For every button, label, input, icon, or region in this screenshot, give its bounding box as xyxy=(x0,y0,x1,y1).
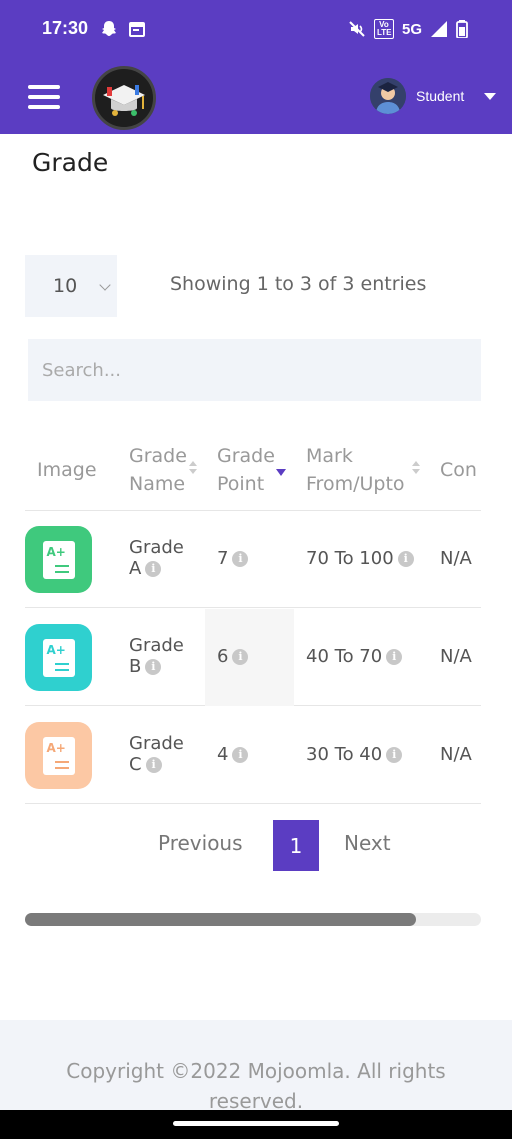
school-logo[interactable] xyxy=(92,66,156,130)
grade-name-cell: Grade Bi xyxy=(129,635,184,677)
table-header: Image Grade Name Grade Point Mark From/U… xyxy=(25,430,481,511)
column-header-label: From/Upto xyxy=(306,473,405,495)
table-info: Showing 1 to 3 of 3 entries xyxy=(170,273,427,295)
grade-image: A+ xyxy=(25,624,92,691)
user-menu[interactable]: Student xyxy=(370,78,496,114)
grade-name-text: Grade xyxy=(129,537,184,558)
column-header-image[interactable]: Image xyxy=(37,456,97,484)
info-icon[interactable]: i xyxy=(386,747,403,763)
status-bar: 17:30 Vo LTE 5G xyxy=(0,0,512,62)
column-header-label: Grade xyxy=(129,445,187,467)
mark-range-cell: 40 To 70 i xyxy=(306,646,403,667)
grade-point-cell: 4i xyxy=(217,744,249,765)
info-icon[interactable]: i xyxy=(232,551,249,567)
info-icon[interactable]: i xyxy=(232,649,249,665)
table-row: A+ Grade Bi 6i 40 To 70 i N/A xyxy=(25,609,481,706)
user-name: Student xyxy=(416,88,465,104)
info-icon[interactable]: i xyxy=(232,747,249,763)
mute-icon xyxy=(349,21,365,37)
grade-name-text: B xyxy=(129,656,142,677)
calendar-icon xyxy=(129,22,145,37)
column-header-label: Mark xyxy=(306,445,353,467)
grade-name-text: Grade xyxy=(129,733,184,754)
previous-page-button[interactable]: Previous xyxy=(158,831,243,855)
table-row: A+ Grade Ai 7i 70 To 100 i N/A xyxy=(25,511,481,608)
scrollbar-thumb[interactable] xyxy=(25,913,416,926)
comment-cell: N/A xyxy=(440,646,472,667)
sort-icon[interactable] xyxy=(189,461,197,477)
page-title: Grade xyxy=(32,148,109,177)
column-header-label: Name xyxy=(129,473,186,495)
comment-cell: N/A xyxy=(440,744,472,765)
column-header-label: Grade xyxy=(217,445,275,467)
grade-point-cell: 7i xyxy=(217,548,249,569)
column-header-comment[interactable]: Con xyxy=(440,456,477,484)
grade-name-cell: Grade Ai xyxy=(129,537,184,579)
column-header-mark-range[interactable]: Mark From/Upto xyxy=(306,442,405,498)
info-icon[interactable]: i xyxy=(397,551,414,567)
grade-image: A+ xyxy=(25,526,92,593)
student-avatar-icon xyxy=(370,78,406,114)
column-header-label: Con xyxy=(440,459,477,481)
hamburger-icon[interactable] xyxy=(28,85,60,109)
next-page-button[interactable]: Next xyxy=(344,831,391,855)
volte-badge: Vo LTE xyxy=(373,19,394,39)
grade-name-text: C xyxy=(129,754,142,775)
grade-document-icon: A+ xyxy=(42,638,75,677)
system-navigation-bar xyxy=(0,1110,512,1139)
mark-range-text: 70 To 100 xyxy=(306,548,394,569)
grade-point-text: 7 xyxy=(217,548,229,569)
info-icon[interactable]: i xyxy=(145,561,162,577)
grade-document-icon: A+ xyxy=(42,736,75,775)
column-header-grade-point[interactable]: Grade Point xyxy=(217,442,275,498)
mark-range-text: 30 To 40 xyxy=(306,744,383,765)
info-icon[interactable]: i xyxy=(386,649,403,665)
mark-range-cell: 30 To 40 i xyxy=(306,744,403,765)
sort-icon[interactable] xyxy=(412,461,420,477)
status-time: 17:30 xyxy=(42,18,89,38)
table-row: A+ Grade Ci 4i 30 To 40 i N/A xyxy=(25,707,481,804)
status-notification-icons xyxy=(100,20,146,38)
copyright-text: Copyright ©2022 Mojoomla. All rights res… xyxy=(66,1059,446,1113)
page-length-select[interactable]: 10 xyxy=(25,255,117,317)
grade-point-cell: 6i xyxy=(217,646,249,667)
grade-image: A+ xyxy=(25,722,92,789)
grade-point-text: 4 xyxy=(217,744,229,765)
network-type: 5G xyxy=(401,20,422,38)
home-indicator[interactable] xyxy=(173,1121,339,1126)
info-icon[interactable]: i xyxy=(145,757,162,773)
chevron-down-icon[interactable] xyxy=(484,92,496,100)
avatar xyxy=(370,78,406,114)
snapchat-icon xyxy=(102,21,116,36)
status-system-icons: Vo LTE 5G xyxy=(348,19,468,39)
grade-table: Image Grade Name Grade Point Mark From/U… xyxy=(25,430,481,805)
grade-document-icon: A+ xyxy=(42,540,75,579)
signal-icon xyxy=(431,21,447,37)
battery-icon xyxy=(456,20,468,38)
footer: Copyright ©2022 Mojoomla. All rights res… xyxy=(0,1020,512,1113)
grade-name-text: Grade xyxy=(129,635,184,656)
grade-name-text: A xyxy=(129,558,142,579)
comment-cell: N/A xyxy=(440,548,472,569)
grade-point-text: 6 xyxy=(217,646,229,667)
column-header-label: Point xyxy=(217,473,265,495)
horizontal-scrollbar[interactable] xyxy=(25,913,481,926)
search-input[interactable] xyxy=(28,339,481,401)
app-header: Student xyxy=(0,62,512,134)
page-button-current[interactable]: 1 xyxy=(273,820,319,871)
column-header-label: Image xyxy=(37,459,97,481)
column-header-grade-name[interactable]: Grade Name xyxy=(129,442,187,498)
mark-range-cell: 70 To 100 i xyxy=(306,548,414,569)
grade-name-cell: Grade Ci xyxy=(129,733,184,775)
mark-range-text: 40 To 70 xyxy=(306,646,383,667)
page-length-value: 10 xyxy=(53,275,78,297)
graduation-cap-logo-icon xyxy=(95,69,153,127)
chevron-down-icon xyxy=(99,279,111,291)
sort-descending-icon[interactable] xyxy=(276,461,286,477)
info-icon[interactable]: i xyxy=(145,659,162,675)
